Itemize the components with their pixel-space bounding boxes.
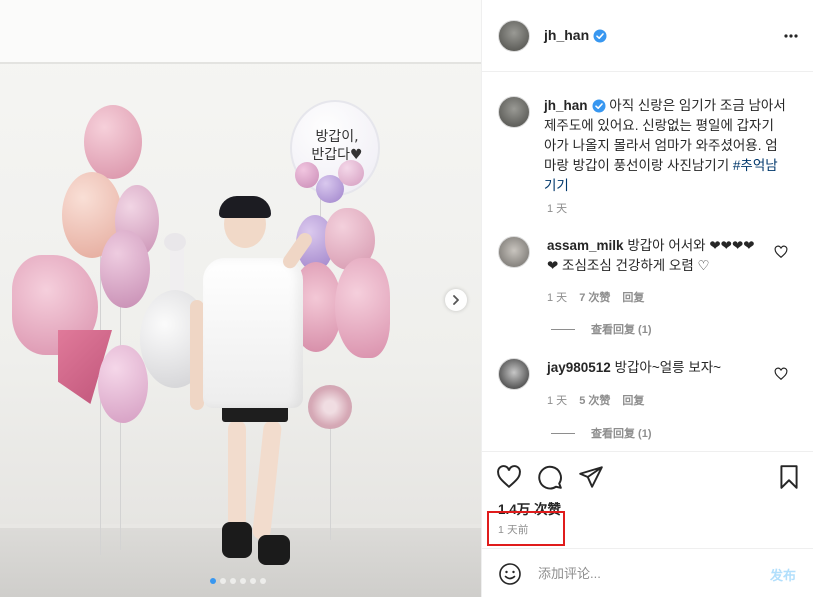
comment-bubble-icon[interactable] xyxy=(537,464,563,490)
save-bookmark-icon[interactable] xyxy=(776,464,802,490)
comment-timestamp[interactable]: 1 天 xyxy=(547,392,567,408)
cap xyxy=(219,196,271,218)
more-options-icon[interactable] xyxy=(783,28,799,44)
balloon xyxy=(84,105,142,179)
caption-avatar[interactable] xyxy=(498,96,530,128)
post-header: jh_han xyxy=(482,0,813,72)
comment-like-heart-icon[interactable] xyxy=(774,367,788,381)
comment-avatar[interactable] xyxy=(498,358,530,390)
share-paper-plane-icon[interactable] xyxy=(578,464,604,490)
carousel-dot xyxy=(220,578,226,584)
balloon xyxy=(100,230,150,308)
post-comment-button[interactable]: 发布 xyxy=(770,565,796,584)
balloon-lettering: 방갑이, 반갑다♥ xyxy=(311,129,363,163)
chevron-right-icon xyxy=(453,295,459,305)
reply-button[interactable]: 回复 xyxy=(622,392,644,408)
comment-likes[interactable]: 7 次赞 xyxy=(579,289,610,305)
view-replies-button[interactable]: 查看回复 (1) xyxy=(551,321,652,337)
carousel-dot xyxy=(250,578,256,584)
comment-input[interactable] xyxy=(538,563,758,583)
carousel-dot xyxy=(240,578,246,584)
verified-badge-icon xyxy=(593,29,607,43)
comment-meta: 1 天 5 次赞 回复 xyxy=(547,392,644,408)
carousel-dot xyxy=(210,578,216,584)
carousel-indicator xyxy=(210,578,266,584)
view-replies-button[interactable]: 查看回复 (1) xyxy=(551,425,652,441)
author-username[interactable]: jh_han xyxy=(544,27,607,43)
annotation-highlight-box xyxy=(487,511,565,546)
comment-like-heart-icon[interactable] xyxy=(774,245,788,259)
carousel-dot xyxy=(260,578,266,584)
carousel-next-button[interactable] xyxy=(445,289,467,311)
comment-username[interactable]: assam_milk xyxy=(547,238,624,253)
bow-balloon xyxy=(335,258,390,358)
comment-username[interactable]: jay980512 xyxy=(547,360,611,375)
add-comment-bar: 发布 xyxy=(482,548,813,597)
comment: assam_milk 방갑아 어서와 ❤❤❤❤❤ 조심조심 건강하게 오렴 ♡ xyxy=(547,238,755,273)
like-heart-icon[interactable] xyxy=(496,464,522,490)
post-actions: 1.4万 次赞 1 天前 xyxy=(482,451,813,547)
comment-timestamp[interactable]: 1 天 xyxy=(547,289,567,305)
post-sidebar: jh_han jh_han 아직 신랑은 임기가 조금 남아서 제주도에 있어요… xyxy=(481,0,813,597)
verified-badge-icon xyxy=(592,99,606,113)
caption-username[interactable]: jh_han xyxy=(544,98,588,113)
post-caption: jh_han 아직 신랑은 임기가 조금 남아서 제주도에 있어요. 신랑없는 … xyxy=(544,98,786,193)
carousel-dot xyxy=(230,578,236,584)
flower-balloon xyxy=(308,385,352,429)
caption-timestamp[interactable]: 1 天 xyxy=(547,200,567,216)
comment-avatar[interactable] xyxy=(498,236,530,268)
comment: jay980512 방갑아~얼릉 보자~ xyxy=(547,360,722,375)
comment-meta: 1 天 7 次赞 回复 xyxy=(547,289,644,305)
balloon xyxy=(98,345,148,423)
avatar[interactable] xyxy=(498,20,530,52)
reply-button[interactable]: 回复 xyxy=(622,289,644,305)
comment-likes[interactable]: 5 次赞 xyxy=(579,392,610,408)
post-photo[interactable]: 방갑이, 반갑다♥ xyxy=(0,0,481,597)
wall xyxy=(0,0,481,62)
emoji-smile-icon[interactable] xyxy=(498,562,522,586)
person xyxy=(203,258,303,408)
